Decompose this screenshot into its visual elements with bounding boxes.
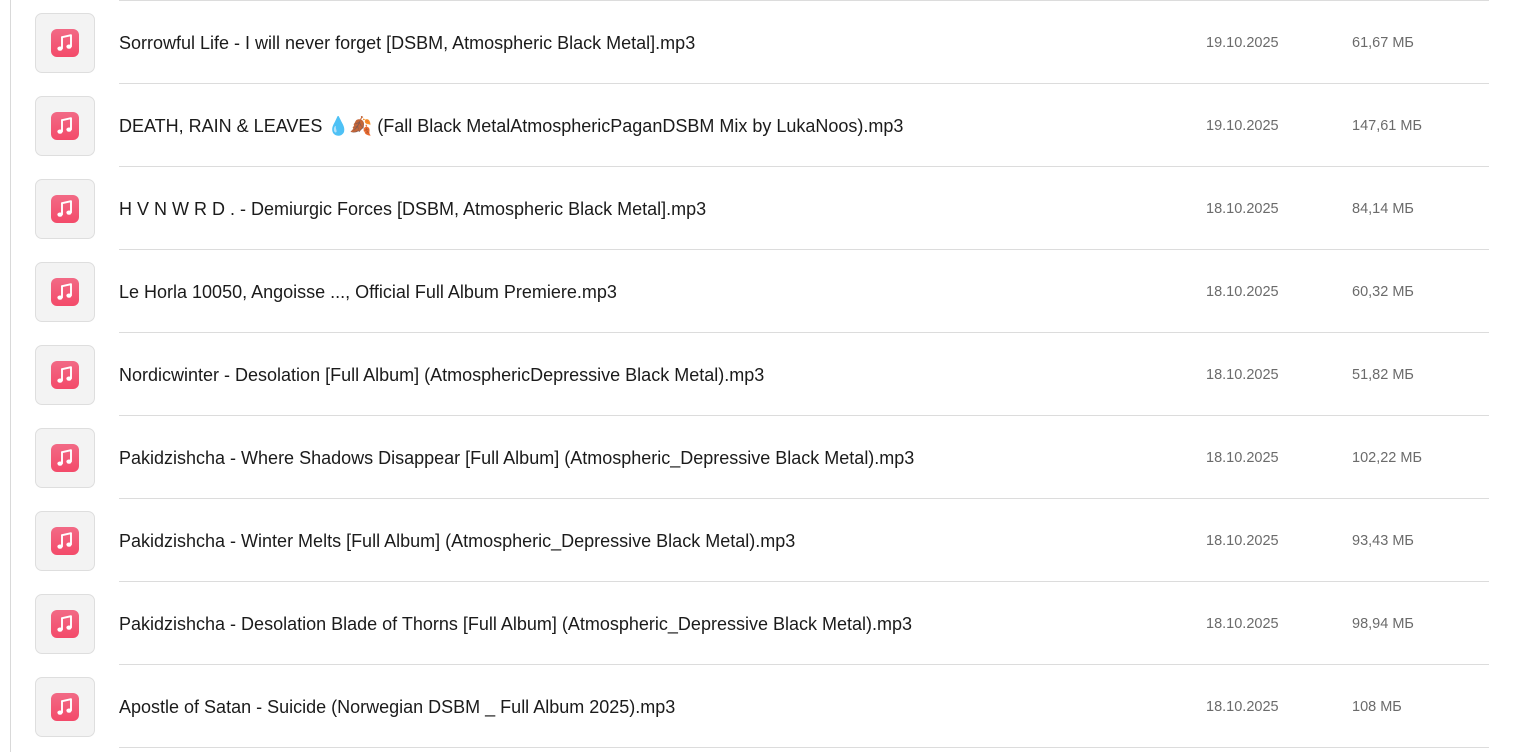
file-size: 51,82 МБ bbox=[1352, 367, 1414, 383]
file-date: 18.10.2025 bbox=[1206, 367, 1279, 383]
file-name: Sorrowful Life - I will never forget [DS… bbox=[119, 33, 696, 53]
music-note-icon bbox=[51, 112, 79, 140]
file-date: 19.10.2025 bbox=[1206, 35, 1279, 51]
file-thumbnail[interactable] bbox=[35, 345, 95, 405]
file-name: DEATH, RAIN & LEAVES 💧🍂 (Fall Black Meta… bbox=[119, 116, 904, 136]
file-size: 93,43 МБ bbox=[1352, 533, 1414, 549]
file-row[interactable]: Pakidzishcha - Desolation Blade of Thorn… bbox=[11, 582, 1489, 665]
music-note-icon bbox=[51, 693, 79, 721]
music-note-icon bbox=[51, 195, 79, 223]
file-row[interactable]: DEATH, RAIN & LEAVES 💧🍂 (Fall Black Meta… bbox=[11, 84, 1489, 167]
file-row[interactable]: Pakidzishcha - Where Shadows Disappear [… bbox=[11, 416, 1489, 499]
file-date: 19.10.2025 bbox=[1206, 118, 1279, 134]
file-row[interactable]: Pakidzishcha - Winter Melts [Full Album]… bbox=[11, 499, 1489, 582]
file-date: 18.10.2025 bbox=[1206, 533, 1279, 549]
file-name: Nordicwinter - Desolation [Full Album] (… bbox=[119, 365, 765, 385]
file-row[interactable]: Apostle of Satan - Suicide (Norwegian DS… bbox=[11, 665, 1489, 748]
file-thumbnail[interactable] bbox=[35, 677, 95, 737]
file-name: H V N W R D . - Demiurgic Forces [DSBM, … bbox=[119, 199, 707, 219]
file-size: 102,22 МБ bbox=[1352, 450, 1422, 466]
file-thumbnail[interactable] bbox=[35, 428, 95, 488]
music-note-icon bbox=[51, 527, 79, 555]
music-note-icon bbox=[51, 29, 79, 57]
file-size: 60,32 МБ bbox=[1352, 284, 1414, 300]
file-thumbnail[interactable] bbox=[35, 594, 95, 654]
file-date: 18.10.2025 bbox=[1206, 699, 1279, 715]
file-date: 18.10.2025 bbox=[1206, 201, 1279, 217]
file-thumbnail[interactable] bbox=[35, 511, 95, 571]
music-note-icon bbox=[51, 361, 79, 389]
music-note-icon bbox=[51, 444, 79, 472]
file-name: Pakidzishcha - Desolation Blade of Thorn… bbox=[119, 614, 913, 634]
file-name: Le Horla 10050, Angoisse ..., Official F… bbox=[119, 282, 617, 302]
file-name: Pakidzishcha - Where Shadows Disappear [… bbox=[119, 448, 915, 468]
file-thumbnail[interactable] bbox=[35, 96, 95, 156]
file-size: 108 МБ bbox=[1352, 699, 1402, 715]
music-note-icon bbox=[51, 278, 79, 306]
file-name: Apostle of Satan - Suicide (Norwegian DS… bbox=[119, 697, 676, 717]
file-date: 18.10.2025 bbox=[1206, 284, 1279, 300]
file-thumbnail[interactable] bbox=[35, 13, 95, 73]
file-date: 18.10.2025 bbox=[1206, 616, 1279, 632]
file-size: 147,61 МБ bbox=[1352, 118, 1422, 134]
music-note-icon bbox=[51, 610, 79, 638]
file-row[interactable]: H V N W R D . - Demiurgic Forces [DSBM, … bbox=[11, 167, 1489, 250]
file-thumbnail[interactable] bbox=[35, 179, 95, 239]
file-row[interactable]: Sorrowful Life - I will never forget [DS… bbox=[11, 1, 1489, 84]
file-list: Sorrowful Life - I will never forget [DS… bbox=[11, 0, 1489, 752]
file-size: 84,14 МБ bbox=[1352, 201, 1414, 217]
file-name: Pakidzishcha - Winter Melts [Full Album]… bbox=[119, 531, 796, 551]
file-thumbnail[interactable] bbox=[35, 262, 95, 322]
file-date: 18.10.2025 bbox=[1206, 450, 1279, 466]
file-browser-window: Sorrowful Life - I will never forget [DS… bbox=[0, 0, 1513, 752]
file-size: 61,67 МБ bbox=[1352, 35, 1414, 51]
file-row[interactable]: Nordicwinter - Desolation [Full Album] (… bbox=[11, 333, 1489, 416]
file-row[interactable]: Le Horla 10050, Angoisse ..., Official F… bbox=[11, 250, 1489, 333]
file-size: 98,94 МБ bbox=[1352, 616, 1414, 632]
